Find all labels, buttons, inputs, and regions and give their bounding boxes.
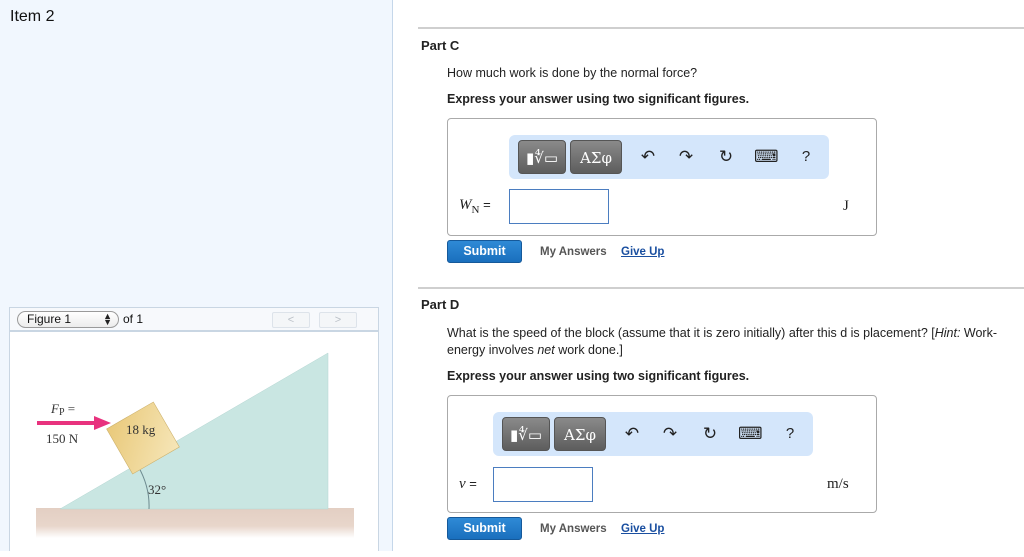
equals-sign: = [479, 197, 491, 212]
part-c-variable-label: WN = [459, 197, 491, 216]
part-d-title: Part D [421, 297, 460, 312]
redo-icon[interactable]: ↷ [658, 423, 682, 445]
figure-select[interactable]: Figure 1 ▲ ▼ [17, 311, 119, 328]
templates-button[interactable]: ▮∜▭ [518, 140, 566, 174]
force-arrow [37, 416, 111, 430]
next-figure-button[interactable]: > [319, 312, 357, 328]
ground [36, 508, 354, 538]
force-label: FP = [50, 401, 75, 418]
figure-select-value: Figure 1 [27, 312, 72, 326]
part-c-answer-box: ▮∜▭ ΑΣφ ↶ ↷ ↻ ⌨ ? WN = J [447, 118, 877, 236]
divider [418, 27, 1024, 29]
part-d-unit: m/s [827, 476, 849, 492]
equals-sign: = [465, 476, 477, 491]
help-icon[interactable]: ? [794, 146, 818, 168]
reset-icon[interactable]: ↻ [714, 146, 738, 168]
redo-icon[interactable]: ↷ [674, 146, 698, 168]
prev-figure-button[interactable]: < [272, 312, 310, 328]
part-c-my-answers-link[interactable]: My Answers [540, 246, 607, 258]
math-toolbar: ▮∜▭ ΑΣφ ↶ ↷ ↻ ⌨ ? [509, 135, 829, 179]
undo-icon[interactable]: ↶ [620, 423, 644, 445]
incline-diagram: 32° 18 kg FP = 150 N [36, 352, 354, 538]
part-c-unit: J [843, 198, 849, 214]
mass-label: 18 kg [126, 422, 156, 437]
part-d-my-answers-link[interactable]: My Answers [540, 523, 607, 535]
incline [59, 352, 329, 510]
undo-icon[interactable]: ↶ [636, 146, 660, 168]
part-d-submit-button[interactable]: Submit [447, 517, 522, 540]
part-d-instruction: Express your answer using two significan… [447, 369, 750, 383]
part-c-question: How much work is done by the normal forc… [447, 66, 698, 80]
part-d-question: What is the speed of the block (assume t… [447, 325, 1007, 359]
force-value: 150 N [46, 431, 79, 446]
select-arrows-icon: ▲ ▼ [103, 311, 112, 327]
part-c-give-up-link[interactable]: Give Up [621, 246, 664, 258]
part-d-answer-box: ▮∜▭ ΑΣφ ↶ ↷ ↻ ⌨ ? v = m/s [447, 395, 877, 513]
part-d-give-up-link[interactable]: Give Up [621, 523, 664, 535]
keyboard-icon[interactable]: ⌨ [754, 146, 779, 168]
figure-image: 32° 18 kg FP = 150 N [9, 331, 379, 551]
variable-symbol: v [459, 476, 466, 492]
help-icon[interactable]: ? [778, 423, 802, 445]
question-text: What is the speed of the block (assume t… [447, 326, 935, 340]
figure-header: Figure 1 ▲ ▼ of 1 < > [9, 307, 379, 331]
hint-label: Hint: [934, 326, 961, 340]
item-title: Item 2 [10, 8, 55, 25]
part-c-instruction: Express your answer using two significan… [447, 92, 750, 106]
variable-symbol: W [459, 197, 472, 213]
greek-symbols-button[interactable]: ΑΣφ [554, 417, 606, 451]
left-panel: Item 2 Figure 1 ▲ ▼ of 1 < > 32° 18 kg F… [0, 0, 393, 551]
part-c-submit-button[interactable]: Submit [447, 240, 522, 263]
angle-label: 32° [148, 482, 166, 497]
part-c-title: Part C [421, 38, 460, 53]
right-panel: Part C How much work is done by the norm… [394, 0, 1024, 551]
question-text: work done.] [554, 343, 623, 357]
math-toolbar: ▮∜▭ ΑΣφ ↶ ↷ ↻ ⌨ ? [493, 412, 813, 456]
part-d-answer-input[interactable] [493, 467, 593, 502]
greek-symbols-button[interactable]: ΑΣφ [570, 140, 622, 174]
keyboard-icon[interactable]: ⌨ [738, 423, 763, 445]
net-emphasis: net [537, 343, 555, 357]
reset-icon[interactable]: ↻ [698, 423, 722, 445]
part-d-variable-label: v = [459, 476, 477, 493]
figure-count: of 1 [123, 312, 144, 326]
templates-button[interactable]: ▮∜▭ [502, 417, 550, 451]
divider [418, 287, 1024, 289]
part-c-answer-input[interactable] [509, 189, 609, 224]
